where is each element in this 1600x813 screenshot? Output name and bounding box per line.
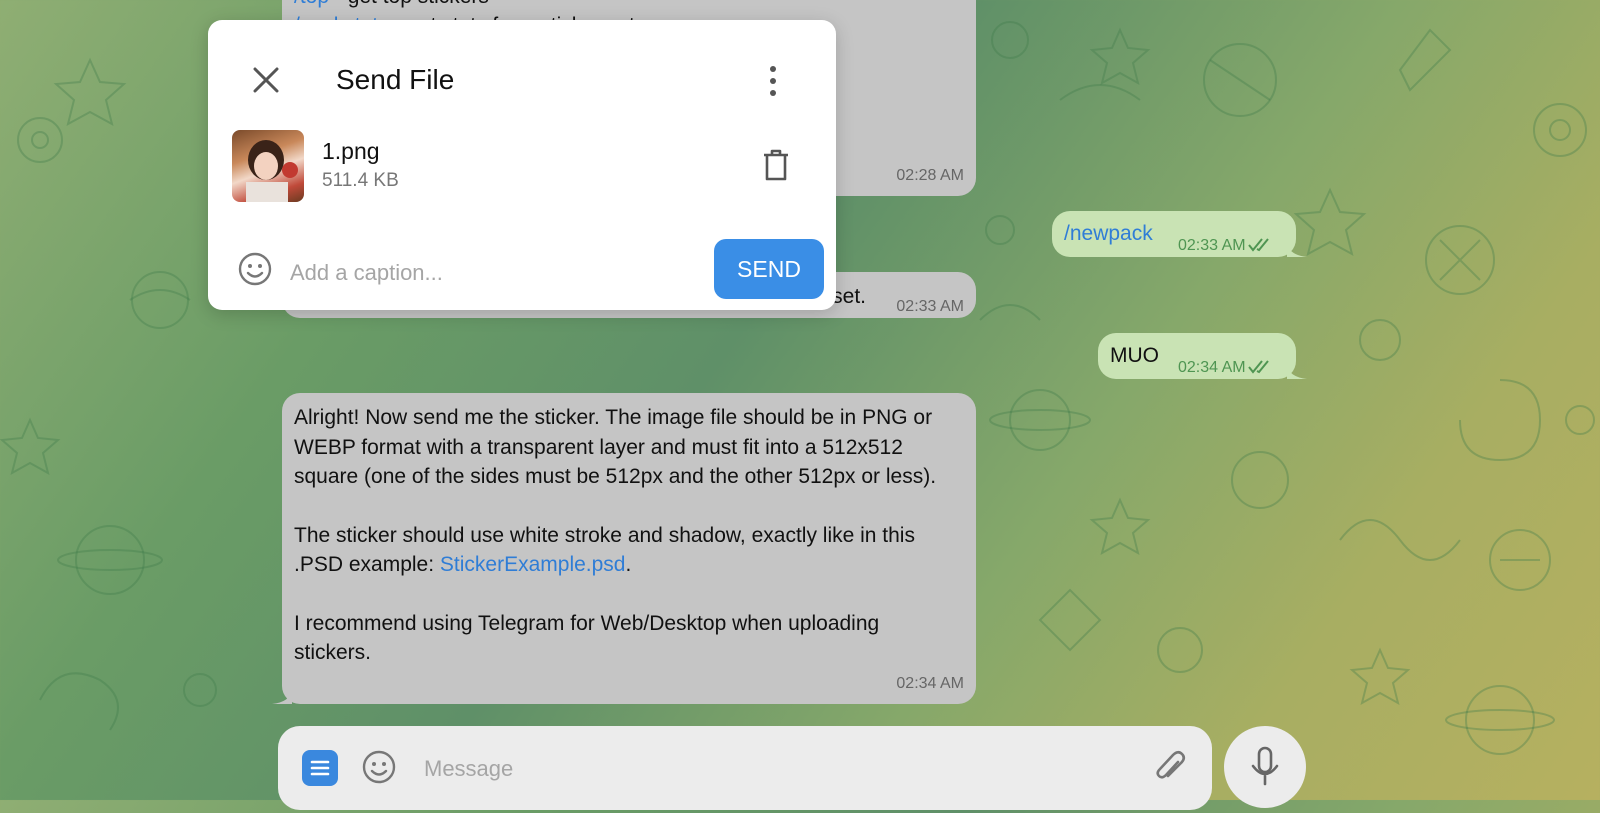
dialog-title: Send File bbox=[336, 64, 455, 95]
message-paragraph: Alright! Now send me the sticker. The im… bbox=[294, 406, 937, 488]
command-description: - get top stickers bbox=[329, 0, 489, 8]
close-icon[interactable] bbox=[250, 64, 282, 96]
double-check-icon bbox=[1247, 238, 1269, 252]
send-file-dialog: Send File 1.png 511.4 KB SEND bbox=[208, 20, 836, 310]
outgoing-message-muo: MUO 02:34 AM bbox=[1098, 333, 1307, 379]
trash-icon[interactable] bbox=[762, 148, 790, 182]
message-paragraph: The sticker should use white stroke and … bbox=[294, 523, 915, 577]
bubble-tail bbox=[1287, 243, 1307, 257]
message-time: 02:34 AM bbox=[1178, 353, 1274, 383]
file-size: 511.4 KB bbox=[322, 170, 399, 191]
outgoing-message-newpack: /newpack 02:33 AM bbox=[1052, 211, 1307, 257]
message-time: 02:33 AM bbox=[896, 298, 964, 315]
message-paragraph: I recommend using Telegram for Web/Deskt… bbox=[294, 611, 880, 665]
command-link[interactable]: /top bbox=[294, 0, 329, 8]
message-composer bbox=[278, 726, 1212, 810]
message-text: MUO bbox=[1110, 344, 1159, 367]
sticker-example-link[interactable]: StickerExample.psd bbox=[440, 553, 626, 576]
more-options-icon[interactable] bbox=[766, 64, 780, 98]
emoji-icon[interactable] bbox=[238, 252, 272, 286]
message-input[interactable] bbox=[422, 750, 1026, 788]
message-time: 02:28 AM bbox=[896, 166, 964, 184]
incoming-message-instructions: Alright! Now send me the sticker. The im… bbox=[272, 393, 976, 704]
message-time: 02:33 AM bbox=[1178, 231, 1274, 261]
message-text: set. bbox=[832, 285, 866, 308]
bot-menu-button[interactable] bbox=[302, 750, 338, 786]
message-text[interactable]: /newpack bbox=[1064, 219, 1153, 249]
double-check-icon bbox=[1247, 360, 1269, 374]
caption-input[interactable] bbox=[288, 256, 692, 290]
send-button[interactable]: SEND bbox=[714, 239, 824, 299]
bubble-tail bbox=[1287, 365, 1307, 379]
paperclip-icon[interactable] bbox=[1154, 748, 1186, 786]
file-name: 1.png bbox=[322, 138, 380, 164]
voice-record-button[interactable] bbox=[1224, 726, 1306, 808]
file-thumbnail bbox=[232, 130, 304, 202]
microphone-icon bbox=[1251, 746, 1279, 786]
message-time: 02:34 AM bbox=[896, 674, 964, 692]
emoji-icon[interactable] bbox=[362, 750, 396, 784]
bubble-tail bbox=[272, 690, 292, 704]
menu-icon bbox=[310, 760, 330, 776]
